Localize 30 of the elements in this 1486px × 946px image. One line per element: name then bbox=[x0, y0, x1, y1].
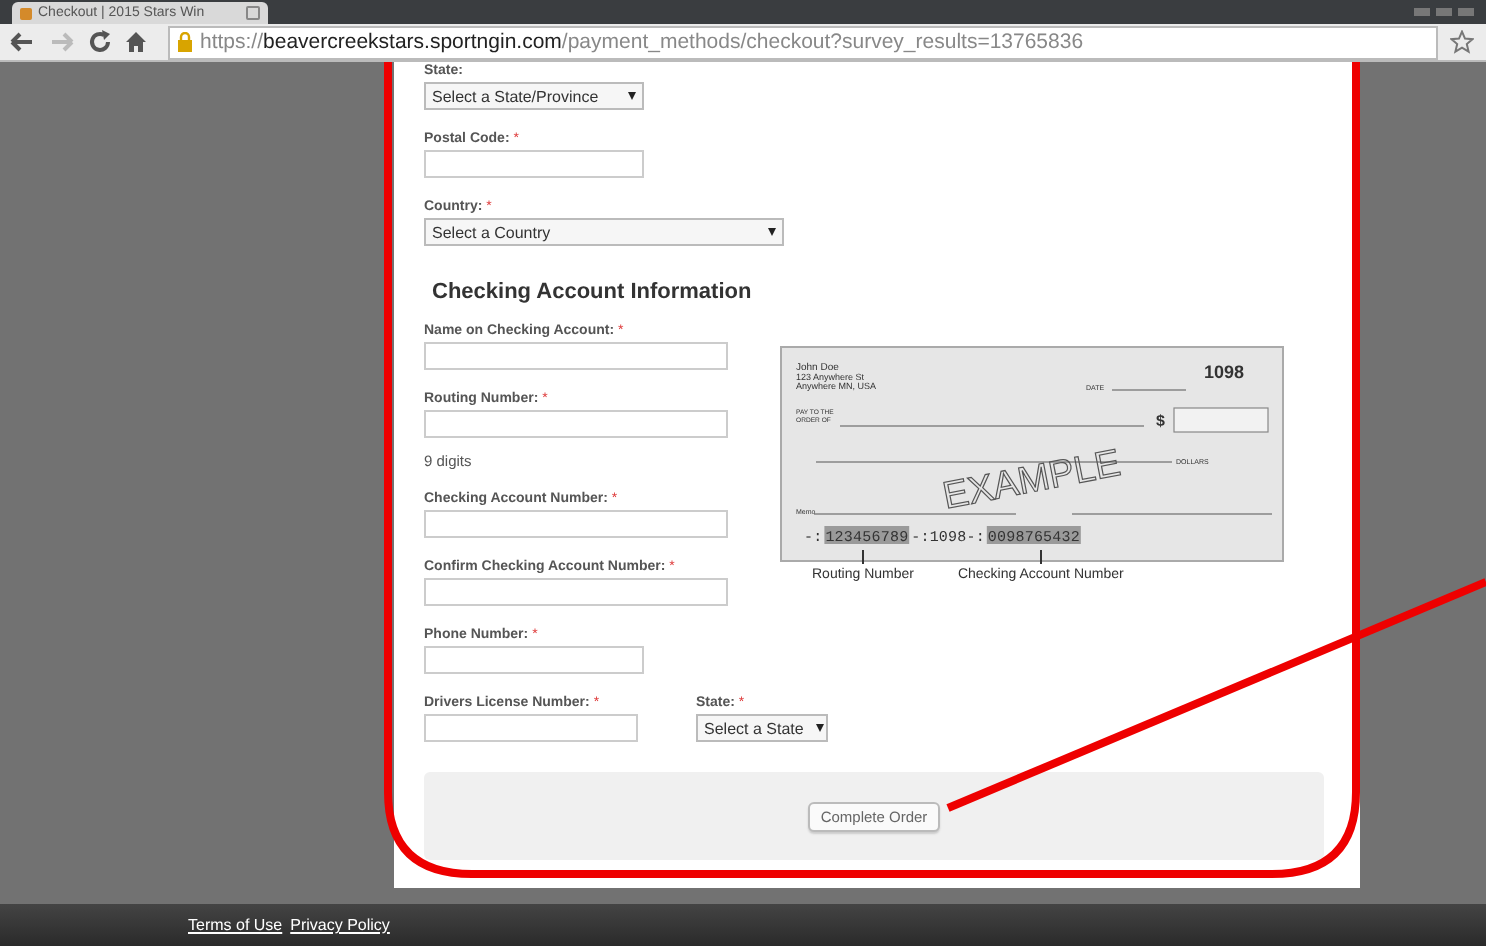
minimize-icon[interactable] bbox=[1414, 8, 1430, 16]
footer-link[interactable]: Terms of Use bbox=[188, 916, 283, 934]
select-dropdown[interactable]: Select a State bbox=[696, 714, 828, 742]
input-field[interactable] bbox=[424, 714, 638, 742]
caret-icon bbox=[815, 724, 824, 732]
check-number: 1098 bbox=[1204, 362, 1245, 382]
select-dropdown[interactable]: Select a Country bbox=[424, 218, 784, 246]
dollar-sign: $ bbox=[1156, 412, 1165, 430]
caret-icon bbox=[628, 92, 636, 100]
lock-icon bbox=[176, 32, 194, 52]
input-field[interactable] bbox=[424, 646, 644, 674]
watermark-text: EXAMPLE bbox=[939, 443, 1124, 519]
forward-icon[interactable] bbox=[48, 30, 76, 54]
input-field[interactable] bbox=[424, 578, 728, 606]
input-field[interactable] bbox=[424, 510, 728, 538]
favicon-icon bbox=[20, 7, 32, 19]
back-icon[interactable] bbox=[8, 30, 36, 54]
url-text: https://beavercreekstars.sportngin.com/payment_methods/checkout?survey_results=13765836 bbox=[200, 30, 1084, 54]
home-icon[interactable] bbox=[124, 30, 148, 54]
input-field[interactable] bbox=[424, 342, 728, 370]
caret-icon bbox=[768, 228, 776, 236]
bookmark-star-icon[interactable] bbox=[1450, 30, 1474, 54]
section-heading: Checking Account Information bbox=[432, 280, 754, 304]
input-field[interactable] bbox=[424, 410, 728, 438]
address-field[interactable]: https://beavercreekstars.sportngin.com/payment_methods/checkout?survey_results=13765836 bbox=[168, 25, 1438, 59]
reload-icon[interactable] bbox=[88, 30, 112, 54]
input-field[interactable] bbox=[424, 150, 644, 178]
amount-box bbox=[1173, 407, 1269, 433]
select-dropdown[interactable]: Select a State/Province bbox=[424, 82, 644, 110]
footer-link[interactable]: Privacy Policy bbox=[290, 916, 390, 934]
